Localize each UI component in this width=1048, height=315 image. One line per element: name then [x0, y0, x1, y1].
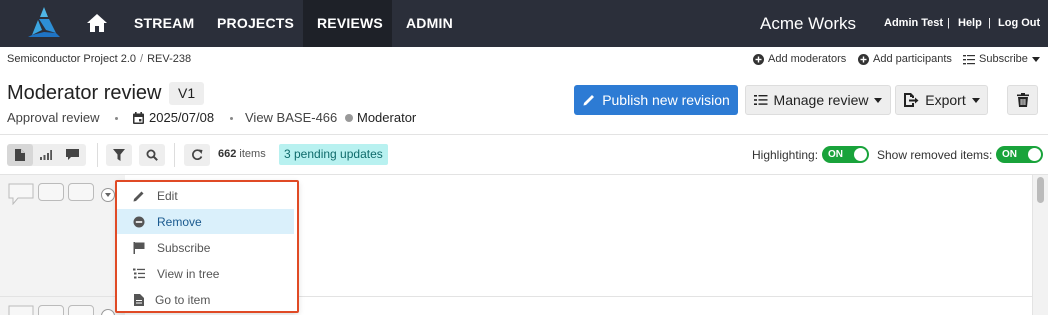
toolbar-divider — [174, 143, 175, 167]
logout-link[interactable]: Log Out — [998, 0, 1040, 47]
item-count-number: 662 — [218, 148, 237, 160]
delete-button[interactable] — [1007, 85, 1038, 115]
pencil-icon — [583, 95, 595, 106]
add-moderators-button[interactable]: Add moderators — [753, 53, 846, 65]
toolbar-divider — [97, 143, 98, 167]
chevron-down-icon — [105, 193, 111, 197]
add-participants-label: Add participants — [873, 53, 952, 65]
review-role: Moderator — [345, 110, 416, 125]
review-role-text: Moderator — [357, 110, 417, 125]
search-button[interactable] — [139, 144, 165, 166]
manage-review-label: Manage review — [773, 92, 869, 108]
brand-name: Acme Works — [760, 14, 857, 33]
view-baseline-link[interactable]: View BASE-466 — [245, 110, 337, 125]
comment-bubble-icon[interactable] — [8, 305, 34, 315]
nav-admin[interactable]: ADMIN — [406, 0, 453, 47]
help-link[interactable]: Help — [958, 0, 982, 47]
version-badge: V1 — [169, 82, 205, 105]
pending-updates-badge[interactable]: 3 pending updates — [279, 144, 388, 165]
publish-revision-button[interactable]: Publish new revision — [574, 85, 738, 115]
checklist-icon — [753, 95, 768, 105]
subscribe-dropdown[interactable]: Subscribe — [963, 53, 1040, 65]
comments-view-button[interactable] — [59, 144, 85, 166]
divider — [0, 174, 1048, 175]
view-mode-toggle-group — [7, 144, 86, 166]
nav-projects[interactable]: PROJECTS — [217, 0, 294, 47]
add-moderators-label: Add moderators — [768, 53, 847, 65]
item-count-label: items — [239, 148, 266, 160]
add-participants-button[interactable]: Add participants — [858, 53, 952, 65]
nav-stream[interactable]: STREAM — [134, 0, 194, 47]
filter-button[interactable] — [106, 144, 132, 166]
publish-revision-label: Publish new revision — [602, 92, 730, 108]
chevron-down-icon — [971, 97, 980, 103]
highlighting-state: ON — [828, 149, 843, 160]
document-view-button[interactable] — [7, 144, 33, 166]
search-icon — [146, 149, 158, 161]
review-type: Approval review — [7, 110, 100, 125]
subscribe-label: Subscribe — [979, 53, 1028, 65]
user-menu-separator: | — [988, 17, 991, 29]
refresh-button[interactable] — [184, 144, 210, 166]
plus-circle-icon — [858, 53, 869, 65]
trash-icon — [1016, 93, 1029, 107]
page-title: Moderator review — [7, 82, 162, 104]
row-action-button[interactable] — [38, 183, 64, 201]
toggle-knob — [1028, 148, 1041, 161]
row-action-button[interactable] — [38, 305, 64, 315]
chevron-down-icon — [874, 97, 883, 103]
user-menu-separator: | — [947, 17, 950, 29]
divider — [0, 134, 1048, 135]
scrollbar[interactable] — [1032, 175, 1048, 315]
stats-view-button[interactable] — [33, 144, 59, 166]
bar-chart-icon — [40, 150, 52, 160]
meta-separator-dot — [115, 117, 118, 120]
highlighting-toggle[interactable]: ON — [822, 146, 869, 163]
highlighting-label: Highlighting: — [752, 148, 819, 162]
role-status-dot — [345, 113, 353, 122]
filter-icon — [113, 149, 125, 161]
row-action-button[interactable] — [68, 183, 94, 201]
meta-separator-dot — [230, 117, 233, 120]
review-date-text: 2025/07/08 — [149, 110, 215, 125]
show-removed-toggle[interactable]: ON — [996, 146, 1043, 163]
nav-reviews[interactable]: REVIEWS — [303, 0, 392, 47]
breadcrumb: Semiconductor Project 2.0 /REV-238 — [7, 53, 191, 65]
item-count: 662 items — [218, 148, 266, 160]
toggle-knob — [854, 148, 867, 161]
company-logo-icon[interactable] — [26, 6, 62, 40]
export-button[interactable]: Export — [895, 85, 988, 115]
top-navbar: STREAM PROJECTS REVIEWS ADMIN Acme Works… — [0, 0, 1048, 47]
review-date: 2025/07/08 — [133, 110, 214, 125]
comment-bubble-icon[interactable] — [8, 183, 34, 205]
checklist-icon — [963, 54, 975, 64]
user-name-link[interactable]: Admin Test — [884, 0, 943, 47]
document-icon — [15, 149, 25, 161]
manage-review-button[interactable]: Manage review — [745, 85, 891, 115]
breadcrumb-separator: / — [140, 53, 144, 65]
callout-highlight-outline — [115, 180, 299, 313]
plus-circle-icon — [753, 53, 764, 65]
breadcrumb-item[interactable]: REV-238 — [147, 53, 191, 65]
show-removed-state: ON — [1002, 149, 1017, 160]
breadcrumb-project[interactable]: Semiconductor Project 2.0 — [7, 53, 136, 65]
export-label: Export — [925, 92, 966, 108]
refresh-icon — [192, 149, 203, 161]
row-action-button[interactable] — [68, 305, 94, 315]
chevron-down-icon — [1031, 56, 1040, 62]
export-icon — [904, 93, 919, 107]
comment-icon — [65, 149, 79, 160]
show-removed-label: Show removed items: — [877, 148, 993, 162]
calendar-icon — [133, 111, 144, 124]
home-icon[interactable] — [86, 13, 108, 33]
row-menu-toggle[interactable] — [101, 188, 115, 202]
scrollbar-thumb[interactable] — [1037, 177, 1044, 203]
